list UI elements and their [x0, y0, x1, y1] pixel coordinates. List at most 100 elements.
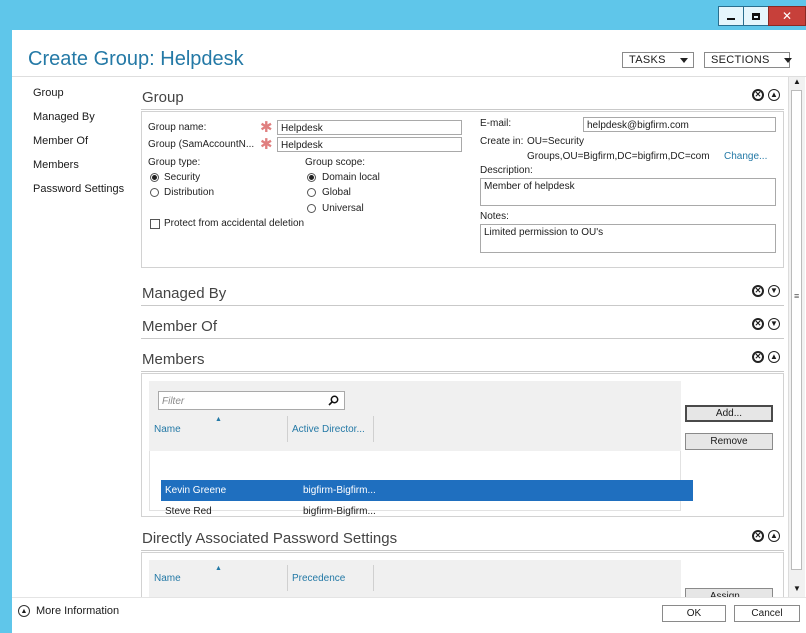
notes-field[interactable]: Limited permission to OU's [480, 224, 776, 253]
column-precedence[interactable]: Precedence [292, 573, 345, 584]
password-settings-list-header [149, 560, 681, 597]
section-header-members[interactable]: Members ✕ ▲ [141, 345, 784, 372]
radio-global[interactable] [307, 188, 316, 197]
close-section-icon[interactable]: ✕ [752, 285, 764, 297]
column-name[interactable]: Name [154, 424, 181, 435]
ok-button[interactable]: OK [662, 605, 726, 622]
radio-universal-label: Universal [322, 203, 364, 214]
sort-ascending-icon: ▲ [215, 565, 222, 572]
chevron-down-icon [783, 57, 792, 63]
filter-placeholder: Filter [162, 396, 185, 407]
maximize-icon [752, 12, 760, 20]
dialog-header: Create Group: Helpdesk TASKS SECTIONS [12, 30, 806, 77]
add-button[interactable]: Add... [685, 405, 773, 422]
filter-input[interactable]: Filter [158, 391, 345, 410]
column-divider [373, 416, 374, 442]
chevron-up-icon[interactable]: ▲ [768, 89, 780, 101]
section-header-managed-by[interactable]: Managed By ✕ ▼ [141, 279, 784, 306]
sidebar-item-password-settings[interactable]: Password Settings [33, 183, 124, 195]
column-divider [373, 565, 374, 591]
sidebar-item-members[interactable]: Members [33, 159, 79, 171]
notes-label: Notes: [480, 211, 509, 222]
column-divider [287, 565, 288, 591]
more-information-toggle[interactable]: ▲ More Information [18, 605, 119, 617]
sam-account-label: Group (SamAccountN... [148, 139, 255, 150]
close-button[interactable]: ✕ [768, 6, 806, 26]
sidebar-item-managed-by[interactable]: Managed By [33, 111, 95, 123]
description-label: Description: [480, 165, 533, 176]
scroll-up-icon[interactable]: ▲ [793, 77, 801, 86]
close-section-icon[interactable]: ✕ [752, 89, 764, 101]
radio-universal[interactable] [307, 204, 316, 213]
sidebar-item-group[interactable]: Group [33, 87, 64, 99]
scroll-down-icon[interactable]: ▼ [793, 584, 801, 593]
sam-account-field[interactable]: Helpdesk [277, 137, 462, 152]
minimize-icon [727, 18, 735, 20]
group-type-label: Group type: [148, 157, 201, 168]
dialog-window: Create Group: Helpdesk TASKS SECTIONS Gr… [12, 30, 806, 633]
remove-button[interactable]: Remove [685, 433, 773, 450]
radio-global-label: Global [322, 187, 351, 198]
chevron-down-icon[interactable]: ▼ [768, 318, 780, 330]
tasks-button[interactable]: TASKS [622, 52, 694, 68]
search-icon[interactable] [328, 395, 339, 406]
close-section-icon[interactable]: ✕ [752, 530, 764, 542]
section-header-member-of[interactable]: Member Of ✕ ▼ [141, 312, 784, 339]
sections-button[interactable]: SECTIONS [704, 52, 792, 68]
section-header-group[interactable]: Group ✕ ▲ [141, 83, 784, 110]
group-name-field[interactable]: Helpdesk [277, 120, 462, 135]
more-information-label: More Information [36, 605, 120, 617]
table-row[interactable]: Kevin Greene bigfirm-Bigfirm... [161, 480, 693, 501]
tasks-label: TASKS [629, 54, 666, 66]
required-icon: ✱ [260, 119, 273, 136]
column-active-directory[interactable]: Active Director... [292, 424, 365, 435]
protect-label: Protect from accidental deletion [164, 218, 305, 229]
dialog-footer: ▲ More Information OK Cancel [12, 597, 806, 633]
row-active-directory: bigfirm-Bigfirm... [303, 506, 376, 517]
create-in-line2: Groups,OU=Bigfirm,DC=bigfirm,DC=com [527, 151, 710, 162]
description-field[interactable]: Member of helpdesk [480, 178, 776, 206]
change-link[interactable]: Change... [724, 151, 767, 162]
cancel-button[interactable]: Cancel [734, 605, 800, 622]
section-title: Directly Associated Password Settings [142, 530, 398, 547]
group-name-label: Group name: [148, 122, 207, 133]
group-panel: Group name: ✱ Helpdesk Group (SamAccount… [141, 111, 784, 268]
page-title: Create Group: Helpdesk [28, 48, 244, 70]
email-field[interactable]: helpdesk@bigfirm.com [583, 117, 776, 132]
section-title: Member Of [142, 318, 218, 335]
vertical-scrollbar[interactable]: ▲ ≡ ▼ [788, 77, 805, 597]
chevron-down-icon[interactable]: ▼ [768, 285, 780, 297]
sidebar-item-member-of[interactable]: Member Of [33, 135, 88, 147]
radio-domain-local[interactable] [307, 173, 316, 182]
section-title: Group [142, 89, 184, 106]
radio-security[interactable] [150, 173, 159, 182]
close-section-icon[interactable]: ✕ [752, 318, 764, 330]
create-in-label: Create in: [480, 136, 524, 147]
maximize-button[interactable] [743, 6, 769, 26]
content-area: Group ✕ ▲ Group name: ✱ Helpdesk Group (… [140, 77, 790, 597]
close-section-icon[interactable]: ✕ [752, 351, 764, 363]
section-header-password-settings[interactable]: Directly Associated Password Settings ✕ … [141, 524, 784, 551]
required-icon: ✱ [260, 136, 273, 153]
radio-domain-local-label: Domain local [322, 172, 380, 183]
window-titlebar: ✕ [0, 0, 806, 30]
grip-icon: ≡ [794, 291, 800, 301]
radio-security-label: Security [164, 172, 201, 183]
radio-distribution[interactable] [150, 188, 159, 197]
close-icon: ✕ [781, 9, 793, 23]
radio-distribution-label: Distribution [164, 187, 215, 198]
column-name[interactable]: Name [154, 573, 181, 584]
section-title: Members [142, 351, 205, 368]
assign-button[interactable]: Assign... [685, 588, 773, 597]
table-row[interactable]: Steve Red bigfirm-Bigfirm... [161, 501, 693, 522]
protect-checkbox[interactable] [150, 219, 160, 229]
chevron-down-icon [679, 57, 688, 63]
email-label: E-mail: [480, 118, 512, 129]
row-name: Kevin Greene [165, 485, 227, 496]
sort-ascending-icon: ▲ [215, 416, 222, 423]
scrollbar-thumb[interactable]: ≡ [791, 90, 802, 570]
chevron-up-icon[interactable]: ▲ [768, 351, 780, 363]
chevron-up-icon[interactable]: ▲ [768, 530, 780, 542]
minimize-button[interactable] [718, 6, 744, 26]
row-name: Steve Red [165, 506, 212, 517]
